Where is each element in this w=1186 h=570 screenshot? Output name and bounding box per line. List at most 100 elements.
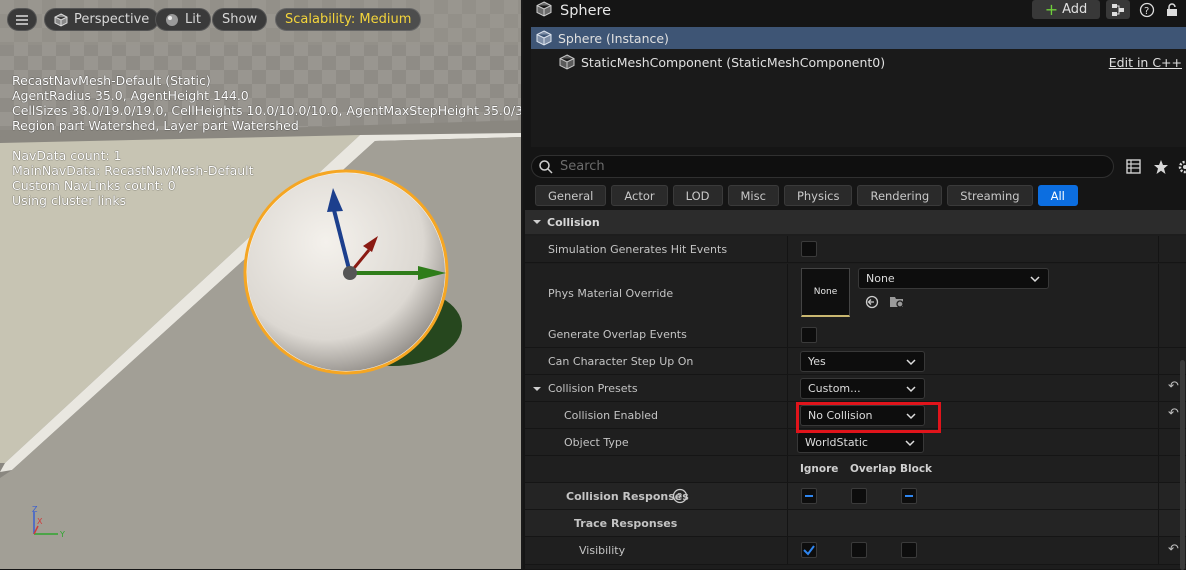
chevron-down-icon (906, 386, 916, 393)
add-component-button[interactable]: + Add (1032, 0, 1100, 19)
tree-item-static-mesh-component[interactable]: StaticMeshComponent (StaticMeshComponent… (559, 51, 885, 73)
navdata-info-line: NavData count: 1 (12, 148, 122, 163)
settings-gear-icon[interactable] (1177, 159, 1186, 175)
gen-overlap-events-checkbox[interactable] (801, 327, 817, 343)
help-button[interactable]: ? (1136, 0, 1158, 19)
tab-misc[interactable]: Misc (727, 185, 779, 206)
cube-icon (54, 12, 68, 27)
tab-rendering[interactable]: Rendering (857, 185, 943, 206)
tab-streaming[interactable]: Streaming (947, 185, 1033, 206)
lit-label: Lit (185, 12, 201, 27)
collision-presets-combo[interactable]: Custom... (800, 378, 925, 399)
phys-material-thumbnail[interactable]: None (801, 268, 850, 317)
axis-x-label: X (37, 517, 43, 526)
row-trace-responses: Trace Responses (525, 510, 1186, 537)
scalability-button[interactable]: Scalability: Medium (275, 8, 422, 31)
responses-overlap-checkbox[interactable] (851, 488, 867, 504)
actor-cube-icon (536, 1, 552, 17)
chevron-down-icon (533, 220, 541, 224)
lock-button[interactable] (1163, 0, 1181, 19)
viewport-menu-button[interactable] (7, 8, 37, 31)
add-label: Add (1062, 2, 1088, 17)
tab-lod[interactable]: LOD (672, 185, 723, 206)
prop-label: Visibility (579, 544, 626, 557)
plus-icon: + (1044, 0, 1059, 19)
search-icon (539, 159, 553, 174)
navmesh-info: RecastNavMesh-Default (Static) AgentRadi… (12, 73, 523, 133)
table-view-icon[interactable] (1126, 159, 1142, 175)
blueprint-button[interactable] (1106, 0, 1130, 19)
help-icon[interactable]: ? (672, 488, 688, 504)
chevron-down-icon (905, 440, 915, 447)
can-step-up-combo[interactable]: Yes (800, 351, 925, 372)
row-sim-hit-events: Simulation Generates Hit Events (525, 236, 1186, 263)
navmesh-info-line: AgentRadius 35.0, AgentHeight 144.0 (12, 88, 249, 103)
hierarchy-icon (1112, 3, 1124, 16)
edit-in-cpp-link[interactable]: Edit in C++ (1109, 55, 1182, 70)
lit-button[interactable]: Lit (155, 8, 211, 31)
chevron-down-icon (906, 359, 916, 366)
show-button[interactable]: Show (212, 8, 268, 31)
row-phys-material: Phys Material Override None None (525, 264, 1186, 324)
browse-asset-icon[interactable] (889, 294, 905, 310)
navdata-info-line: Using cluster links (12, 193, 127, 208)
row-visibility: Visibility ↶ (525, 537, 1186, 565)
component-tree: Sphere (Instance) StaticMeshComponent (S… (531, 27, 1186, 147)
level-viewport[interactable]: Perspective Lit Show Scalability: Medium… (0, 0, 523, 569)
responses-block-checkbox[interactable] (901, 488, 917, 504)
show-label: Show (222, 12, 258, 27)
actor-cube-icon (536, 30, 552, 46)
prop-label: Collision Enabled (564, 408, 659, 422)
checkmark-icon (803, 545, 815, 556)
object-type-combo[interactable]: WorldStatic (797, 432, 924, 453)
category-label: Collision (547, 215, 600, 229)
visibility-ignore-checkbox[interactable] (801, 542, 817, 558)
prop-label: Collision Responses (566, 489, 689, 503)
row-response-headers: Ignore Overlap Block (525, 456, 1186, 483)
visibility-overlap-checkbox[interactable] (851, 542, 867, 558)
category-collision[interactable]: Collision (525, 210, 1186, 234)
visibility-block-checkbox[interactable] (901, 542, 917, 558)
tree-item-instance[interactable]: Sphere (Instance) (531, 27, 1186, 49)
sim-hit-events-checkbox[interactable] (801, 241, 817, 257)
row-gen-overlap-events: Generate Overlap Events (525, 322, 1186, 348)
row-collision-responses: Collision Responses ? (525, 483, 1186, 510)
prop-label: Can Character Step Up On (548, 354, 694, 368)
use-selected-asset-icon[interactable] (865, 295, 879, 309)
navdata-info: NavData count: 1 MainNavData: RecastNavM… (12, 148, 254, 208)
details-scrollbar[interactable] (1180, 360, 1185, 570)
navmesh-info-line: CellSizes 38.0/19.0/19.0, CellHeights 10… (12, 103, 523, 118)
combo-value: Custom... (808, 382, 861, 395)
prop-label: Collision Presets (548, 381, 638, 395)
details-title-bar: Sphere + Add ? (525, 0, 1186, 22)
phys-material-combo[interactable]: None (858, 268, 1049, 289)
reset-to-default-icon[interactable]: ↶ (1168, 542, 1179, 557)
component-label: StaticMeshComponent (StaticMeshComponent… (581, 54, 886, 70)
tab-all[interactable]: All (1037, 185, 1078, 206)
perspective-button[interactable]: Perspective (44, 8, 160, 31)
row-collision-presets: Collision Presets Custom... ↶ (525, 375, 1186, 402)
combo-value: None (866, 272, 895, 285)
prop-label: Trace Responses (574, 516, 678, 530)
combo-value: WorldStatic (805, 436, 868, 449)
axis-indicator: Z X Y (32, 505, 65, 539)
reset-to-default-icon[interactable]: ↶ (1168, 379, 1179, 394)
tab-general[interactable]: General (535, 185, 607, 206)
row-object-type: Object Type WorldStatic (525, 429, 1186, 456)
tab-actor[interactable]: Actor (611, 185, 668, 206)
details-search-input[interactable]: Search (531, 155, 1114, 178)
reset-to-default-icon[interactable]: ↶ (1168, 406, 1179, 421)
overlap-header: Overlap (850, 463, 897, 475)
favorite-star-icon[interactable] (1153, 159, 1169, 175)
svg-text:?: ? (677, 492, 682, 503)
property-list: Collision Simulation Generates Hit Event… (525, 210, 1186, 570)
responses-ignore-checkbox[interactable] (801, 488, 817, 504)
instance-label: Sphere (Instance) (558, 30, 669, 46)
static-mesh-icon (559, 54, 575, 70)
tab-physics[interactable]: Physics (783, 185, 853, 206)
svg-text:?: ? (1144, 6, 1149, 17)
axis-z-label: Z (32, 505, 38, 514)
chevron-down-icon[interactable] (532, 384, 542, 394)
ignore-header: Ignore (800, 463, 839, 475)
actor-title: Sphere (560, 3, 612, 19)
